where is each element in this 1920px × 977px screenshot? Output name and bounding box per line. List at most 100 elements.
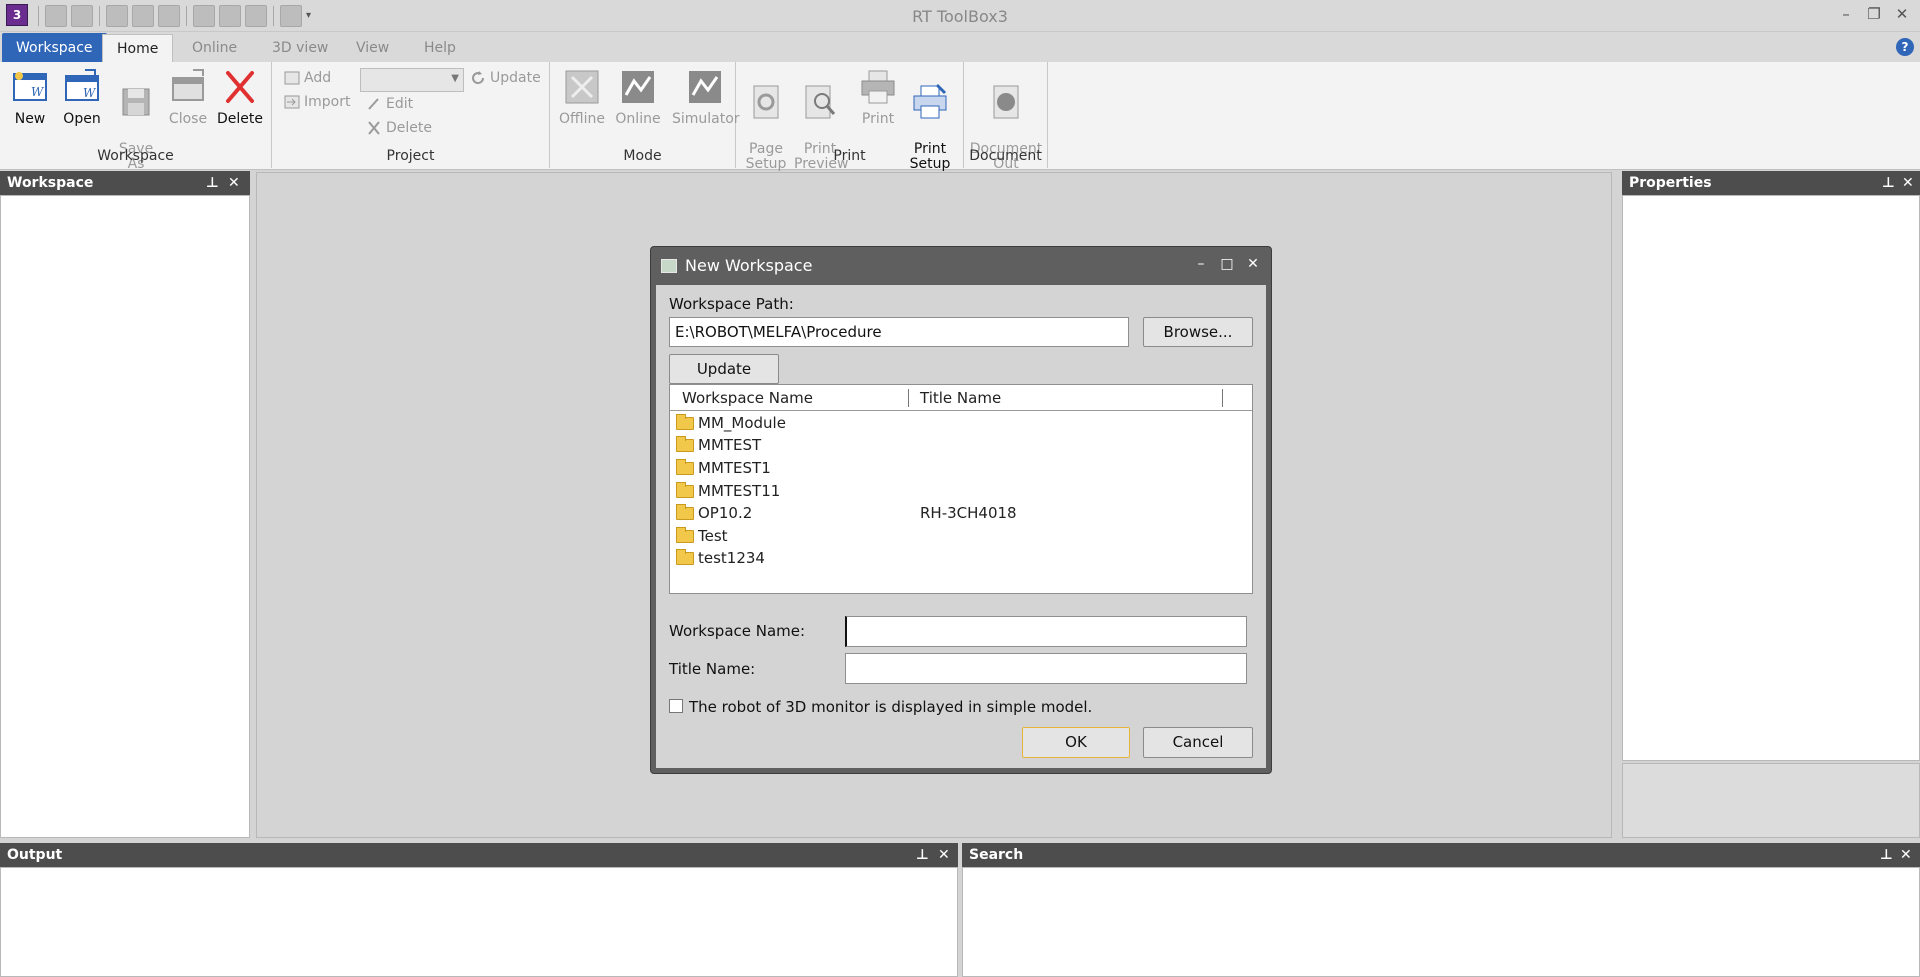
edit-project-label: Edit (386, 96, 414, 112)
dialog-close-button[interactable]: ✕ (1245, 256, 1261, 272)
add-project-button[interactable]: Add (282, 68, 331, 88)
column-header-workspace-name[interactable]: Workspace Name (682, 385, 813, 411)
output-panel-header: Output ⊥ ✕ (0, 843, 958, 867)
import-project-button[interactable]: Import (282, 92, 350, 112)
workspace-path-input[interactable]: E:\ROBOT\MELFA\Procedure (669, 317, 1129, 347)
list-item[interactable]: MMTEST11 (676, 480, 1246, 502)
close-button[interactable]: ✕ (1892, 4, 1912, 24)
list-item[interactable]: Test (676, 525, 1246, 547)
pin-icon[interactable]: ⊥ (206, 171, 219, 195)
simple-model-checkbox-label[interactable]: The robot of 3D monitor is displayed in … (689, 698, 1092, 716)
offline-button[interactable]: Offline (556, 68, 608, 127)
print-button-label: Print (861, 111, 895, 127)
update-project-label: Update (490, 70, 541, 86)
ribbon-group-project: Add Import ▼ Update Edit Delete Project (272, 62, 550, 168)
tile-horizontal-icon[interactable] (219, 5, 241, 27)
dialog-title: New Workspace (685, 256, 813, 275)
dialog-maximize-button[interactable]: □ (1219, 256, 1235, 272)
online-button[interactable]: Online (612, 68, 664, 127)
pin-icon[interactable]: ⊥ (1880, 843, 1893, 867)
cancel-button[interactable]: Cancel (1143, 727, 1253, 758)
chevron-down-icon: ▼ (451, 73, 459, 84)
folder-icon (676, 504, 694, 520)
delete-icon (226, 71, 254, 103)
customize-toolbar-dropdown-icon[interactable]: ▾ (306, 5, 320, 27)
quick-access-toolbar: ▾ (36, 4, 320, 28)
offline-icon[interactable] (106, 5, 128, 27)
simple-model-checkbox[interactable] (669, 699, 683, 713)
dialog-minimize-button[interactable]: – (1193, 256, 1209, 272)
close-workspace-icon (172, 69, 204, 101)
update-button[interactable]: Update (669, 354, 779, 384)
zoom-icon[interactable] (280, 5, 302, 27)
workspace-name-input[interactable] (845, 616, 1247, 647)
open-button-label: Open (63, 111, 101, 127)
close-icon[interactable]: ✕ (1900, 843, 1912, 867)
workspace-list[interactable]: Workspace Name Title Name MM_Module MMTE… (669, 384, 1253, 594)
edit-project-button[interactable]: Edit (364, 94, 413, 114)
dialog-body: Workspace Path: E:\ROBOT\MELFA\Procedure… (656, 285, 1266, 768)
list-item-name: Test (698, 527, 728, 545)
ribbon-group-mode: Offline Online Simulator Mode (550, 62, 740, 168)
list-item-name: test1234 (698, 549, 765, 567)
list-item[interactable]: test1234 (676, 547, 1246, 569)
toolbar-separator (186, 6, 187, 26)
tab-home[interactable]: Home (102, 34, 174, 62)
toolbar-separator (99, 6, 100, 26)
list-item-name: MMTEST1 (698, 459, 771, 477)
print-icon[interactable] (71, 5, 93, 27)
save-icon[interactable] (45, 5, 67, 27)
close-icon[interactable]: ✕ (228, 171, 240, 195)
title-name-label: Title Name: (669, 660, 756, 678)
tile-vertical-icon[interactable] (245, 5, 267, 27)
delete-project-label: Delete (386, 120, 432, 136)
properties-panel-title: Properties (1629, 175, 1712, 191)
list-item[interactable]: MMTEST1 (676, 457, 1246, 479)
ribbon-tab-bar: Workspace Home Online 3D view View Help … (0, 32, 1920, 63)
project-select[interactable]: ▼ (360, 68, 464, 92)
pin-icon[interactable]: ⊥ (916, 843, 929, 867)
printer-icon (861, 70, 895, 104)
print-button[interactable]: Print (852, 68, 904, 127)
pin-icon[interactable]: ⊥ (1882, 171, 1895, 195)
close-icon[interactable]: ✕ (1902, 171, 1914, 195)
tab-workspace[interactable]: Workspace (2, 33, 107, 63)
group-label-project: Project (386, 148, 435, 164)
delete-workspace-button[interactable]: Delete (214, 68, 266, 127)
new-button[interactable]: W New (4, 68, 56, 127)
cascade-windows-icon[interactable] (193, 5, 215, 27)
browse-button[interactable]: Browse... (1143, 317, 1253, 347)
column-divider[interactable] (908, 389, 909, 407)
title-name-input[interactable] (845, 653, 1247, 684)
workspace-panel (0, 195, 250, 838)
app-icon[interactable]: 3 (6, 4, 28, 26)
help-icon[interactable]: ? (1896, 38, 1914, 56)
simulator-icon[interactable] (158, 5, 180, 27)
column-header-title-name[interactable]: Title Name (920, 385, 1001, 411)
online-icon[interactable] (132, 5, 154, 27)
close-icon[interactable]: ✕ (938, 843, 950, 867)
update-project-button[interactable]: Update (468, 68, 541, 88)
ok-button[interactable]: OK (1022, 727, 1130, 758)
column-divider[interactable] (1222, 389, 1223, 407)
list-item-name: MMTEST11 (698, 482, 781, 500)
group-label-workspace: Workspace (97, 148, 174, 164)
tab-3d-view[interactable]: 3D view (258, 34, 342, 62)
document-out-icon (993, 85, 1019, 119)
add-project-label: Add (304, 70, 332, 86)
list-item[interactable]: OP10.2 RH-3CH4018 (676, 502, 1246, 524)
list-item[interactable]: MMTEST (676, 434, 1246, 456)
close-workspace-button[interactable]: Close (162, 68, 214, 127)
minimize-button[interactable]: – (1836, 4, 1856, 24)
simulator-button[interactable]: Simulator (672, 68, 740, 127)
tab-view[interactable]: View (342, 34, 403, 62)
restore-button[interactable]: ❐ (1864, 4, 1884, 24)
ribbon-group-workspace: W New W Open Save As Close Delete Worksp… (0, 62, 272, 172)
list-item-name: MM_Module (698, 414, 786, 432)
list-item[interactable]: MM_Module (676, 412, 1246, 434)
tab-help[interactable]: Help (410, 34, 470, 62)
delete-project-button[interactable]: Delete (364, 118, 432, 138)
tab-online[interactable]: Online (178, 34, 251, 62)
open-button[interactable]: W Open (56, 68, 108, 127)
workspace-name-label: Workspace Name: (669, 622, 806, 640)
